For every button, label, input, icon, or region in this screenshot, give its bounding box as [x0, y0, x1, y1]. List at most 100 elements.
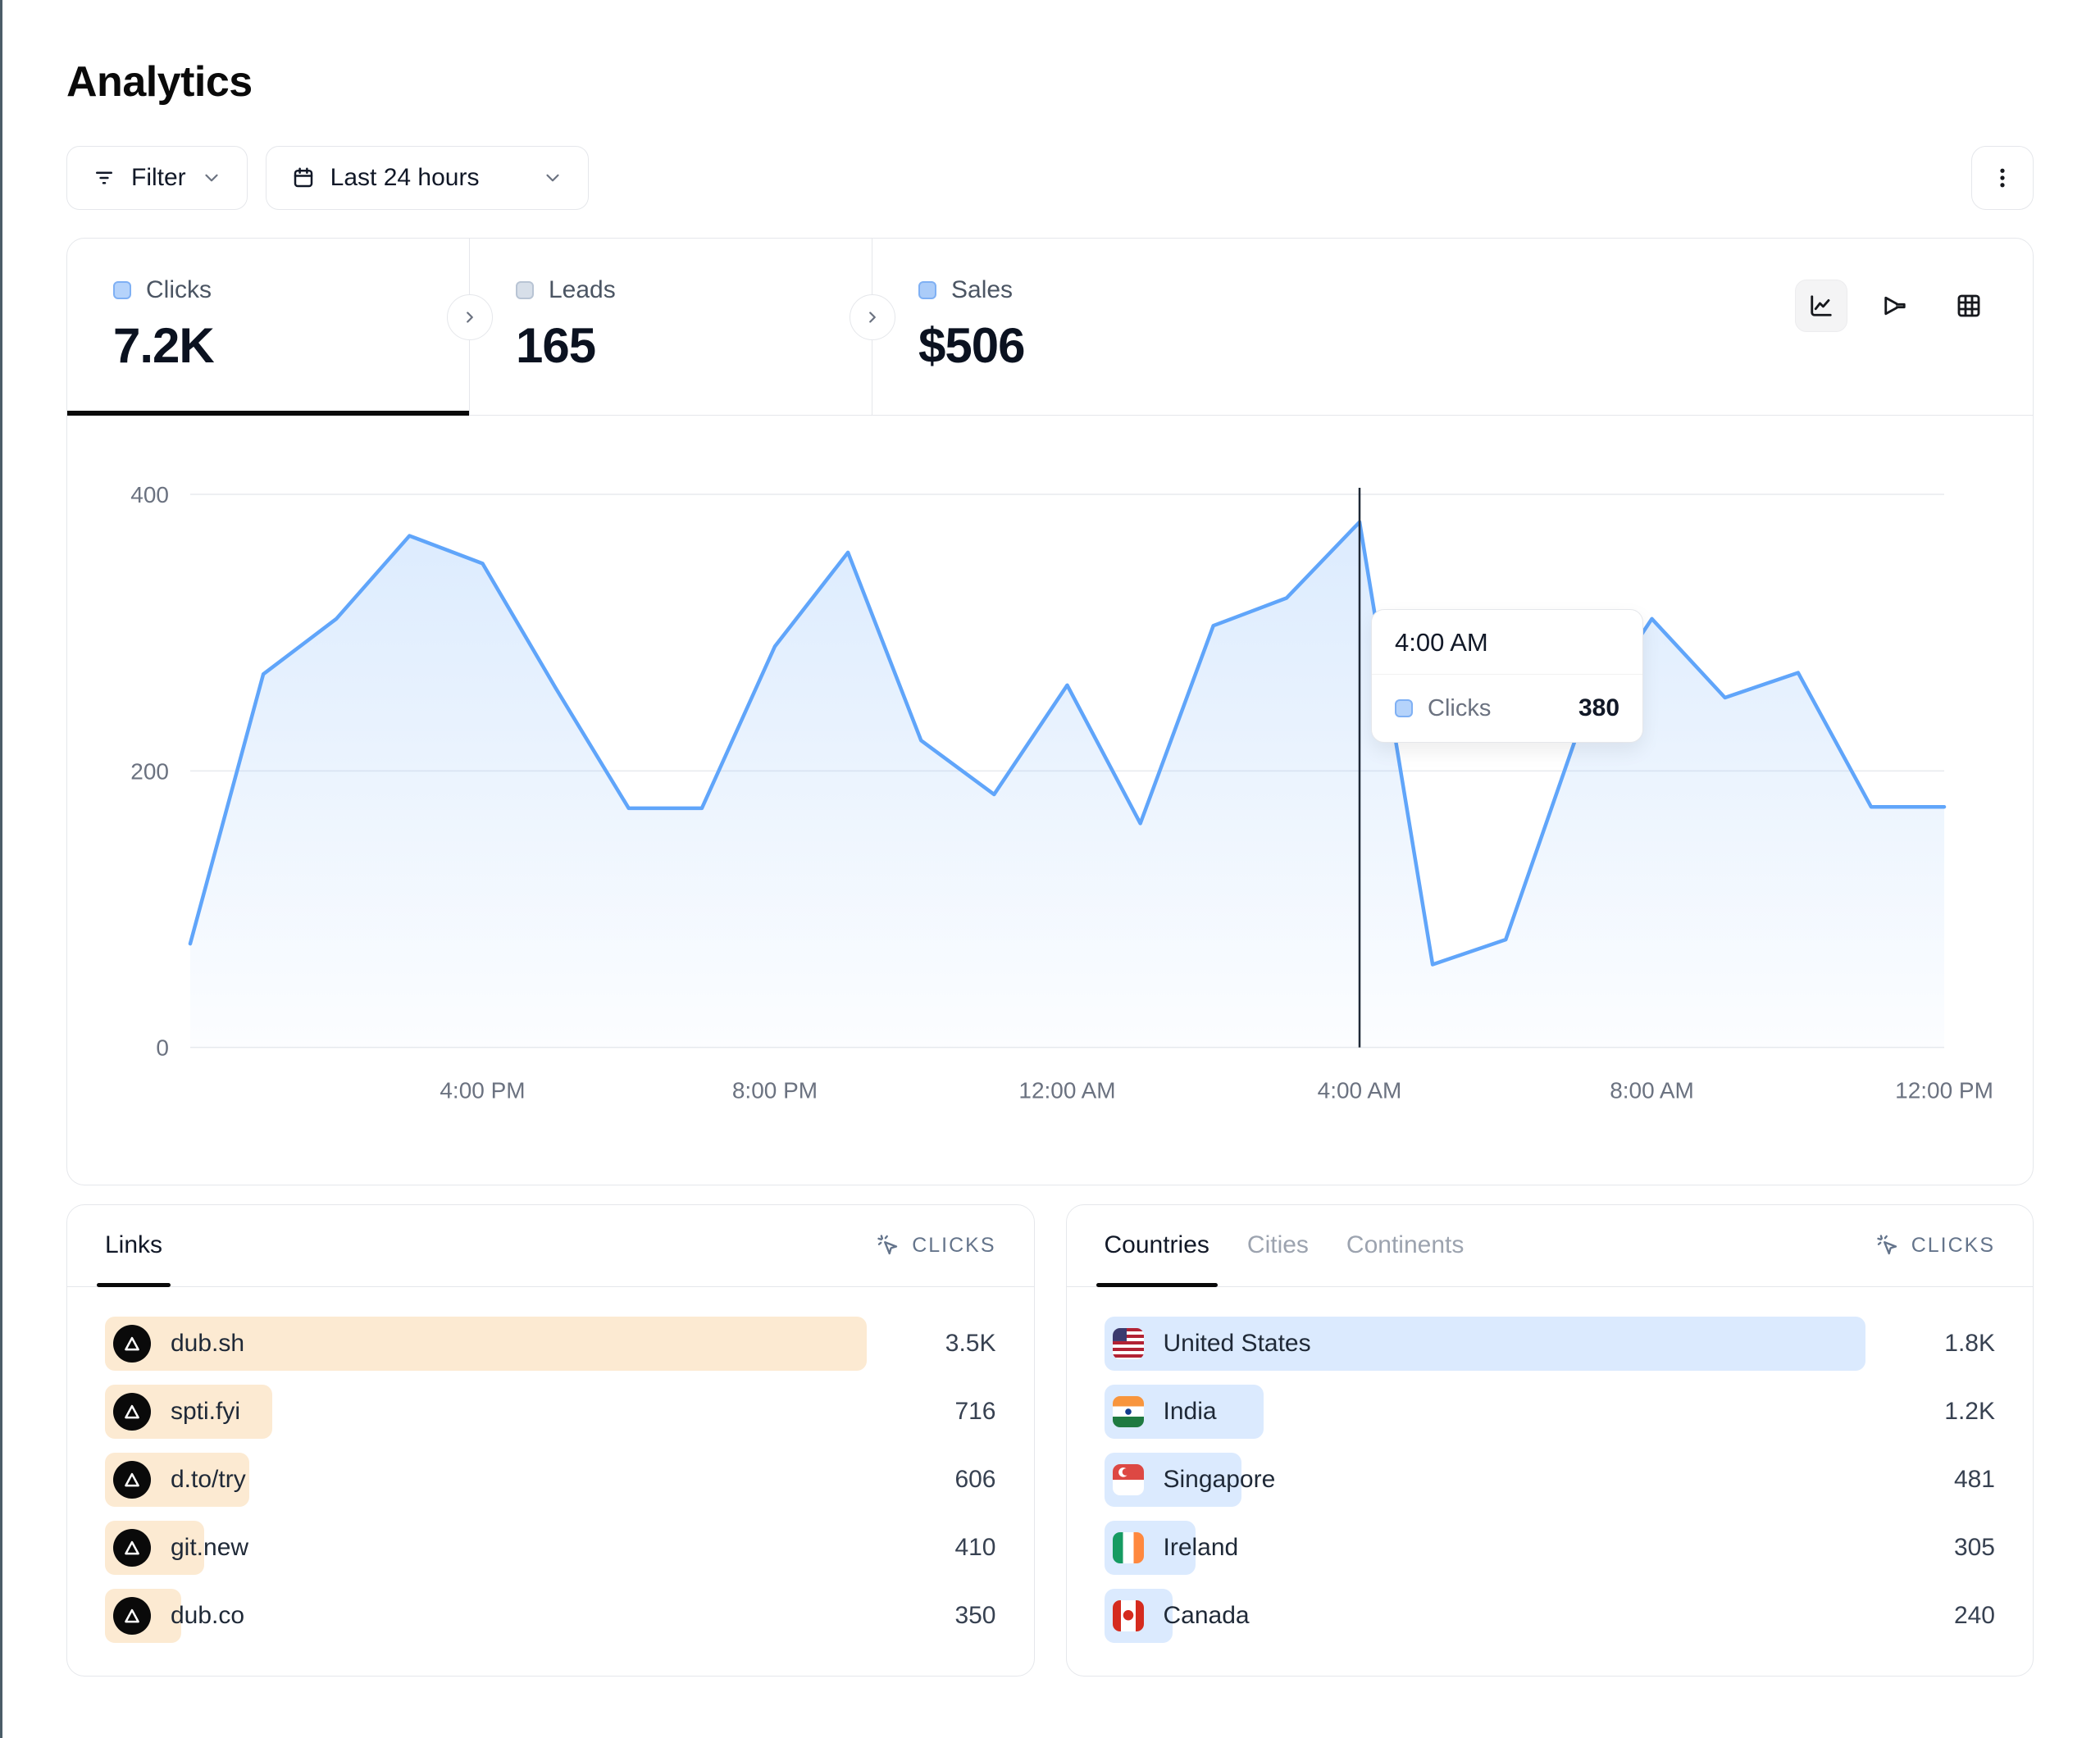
- link-row-value: 410: [891, 1534, 996, 1562]
- leads-tab-value: 165: [516, 317, 872, 374]
- link-row-label: git.new: [171, 1534, 248, 1562]
- tooltip-series-label: Clicks: [1428, 695, 1491, 722]
- x-axis-label: 4:00 PM: [440, 1078, 525, 1103]
- leads-tab-label: Leads: [549, 276, 616, 304]
- tab-sales[interactable]: Sales $506: [872, 239, 1274, 415]
- y-axis-label: 200: [130, 758, 169, 784]
- links-list: dub.sh 3.5K spti.fyi 716 d.to/try: [67, 1287, 1034, 1676]
- tab-countries[interactable]: Countries: [1105, 1205, 1209, 1286]
- country-flag-icon: [1113, 1328, 1144, 1359]
- tooltip-legend-swatch: [1395, 699, 1413, 717]
- x-axis-label: 12:00 PM: [1895, 1078, 1993, 1103]
- country-row[interactable]: United States 1.8K: [1105, 1317, 1996, 1371]
- filter-button-label: Filter: [131, 164, 186, 192]
- country-row[interactable]: Singapore 481: [1105, 1453, 1996, 1507]
- link-row[interactable]: dub.sh 3.5K: [105, 1317, 996, 1371]
- country-row-value: 1.8K: [1890, 1330, 1995, 1358]
- tab-leads[interactable]: Leads 165: [470, 239, 872, 415]
- tooltip-value: 380: [1578, 694, 1619, 722]
- dub-logo-icon: [113, 1393, 151, 1431]
- x-axis-label: 4:00 AM: [1318, 1078, 1402, 1103]
- link-row-value: 606: [891, 1466, 996, 1494]
- link-row-label: d.to/try: [171, 1466, 246, 1494]
- link-row-value: 350: [891, 1602, 996, 1630]
- country-row[interactable]: India 1.2K: [1105, 1385, 1996, 1439]
- page-title: Analytics: [66, 0, 2034, 107]
- cursor-click-icon: [1875, 1233, 1900, 1258]
- clicks-legend-swatch: [113, 281, 131, 299]
- tab-clicks[interactable]: Clicks 7.2K: [67, 239, 469, 415]
- link-row[interactable]: spti.fyi 716: [105, 1385, 996, 1439]
- country-row-label: United States: [1164, 1330, 1311, 1358]
- countries-metric-selector[interactable]: CLICKS: [1875, 1233, 1995, 1258]
- links-metric-label: CLICKS: [912, 1234, 995, 1258]
- analytics-page: { "page": { "title": "Analytics" }, "too…: [0, 0, 2100, 1738]
- link-row-value: 716: [891, 1398, 996, 1426]
- leads-legend-swatch: [516, 281, 534, 299]
- chevron-down-icon: [542, 167, 563, 189]
- y-axis-label: 0: [156, 1035, 169, 1061]
- country-row-label: Singapore: [1164, 1466, 1276, 1494]
- date-range-label: Last 24 hours: [330, 164, 480, 192]
- link-row-label: spti.fyi: [171, 1398, 240, 1426]
- x-axis-label: 12:00 AM: [1018, 1078, 1115, 1103]
- clicks-tab-label: Clicks: [146, 276, 212, 304]
- link-row-value: 3.5K: [891, 1330, 996, 1358]
- dub-logo-icon: [113, 1597, 151, 1635]
- dub-logo-icon: [113, 1461, 151, 1499]
- y-axis-label: 400: [130, 482, 169, 507]
- country-row[interactable]: Ireland 305: [1105, 1521, 1996, 1575]
- more-options-button[interactable]: [1971, 146, 2034, 210]
- link-row[interactable]: d.to/try 606: [105, 1453, 996, 1507]
- dub-logo-icon: [113, 1325, 151, 1363]
- country-flag-icon: [1113, 1396, 1144, 1427]
- clicks-tab-value: 7.2K: [113, 317, 469, 374]
- chart-canvas[interactable]: 0 200 400 4:00 PM 8:00 PM 12:00 AM 4:00 AM 8:00…: [67, 447, 2033, 1185]
- country-row-label: Canada: [1164, 1602, 1250, 1630]
- links-metric-selector[interactable]: CLICKS: [876, 1233, 995, 1258]
- country-flag-icon: [1113, 1464, 1144, 1495]
- country-row-label: Ireland: [1164, 1534, 1239, 1562]
- clicks-area-chart[interactable]: 0 200 400 4:00 PM 8:00 PM 12:00 AM 4:00 AM 8:00…: [67, 447, 2033, 1185]
- kebab-menu-icon: [1990, 166, 2015, 190]
- country-flag-icon: [1113, 1600, 1144, 1631]
- link-row[interactable]: git.new 410: [105, 1521, 996, 1575]
- country-flag-icon: [1113, 1532, 1144, 1563]
- country-row-value: 305: [1890, 1534, 1995, 1562]
- sales-tab-value: $506: [918, 317, 1274, 374]
- x-axis-label: 8:00 AM: [1610, 1078, 1694, 1103]
- tab-continents[interactable]: Continents: [1346, 1205, 1464, 1286]
- link-row-label: dub.sh: [171, 1330, 244, 1358]
- link-row[interactable]: dub.co 350: [105, 1589, 996, 1643]
- countries-list: United States 1.8K India 1.2K Singapore …: [1067, 1287, 2034, 1676]
- country-row-value: 481: [1890, 1466, 1995, 1494]
- link-row-label: dub.co: [171, 1602, 244, 1630]
- country-row[interactable]: Canada 240: [1105, 1589, 1996, 1643]
- tooltip-time: 4:00 AM: [1372, 610, 1642, 675]
- table-view-button[interactable]: [1943, 280, 1995, 332]
- country-row-value: 1.2K: [1890, 1398, 1995, 1426]
- countries-metric-label: CLICKS: [1911, 1234, 1995, 1258]
- calendar-icon: [291, 166, 316, 190]
- toolbar: Filter Last 24 hours: [66, 146, 2034, 210]
- tab-links[interactable]: Links: [105, 1205, 162, 1286]
- countries-panel: Countries Cities Continents CLICKS Unite…: [1066, 1204, 2034, 1677]
- sales-tab-label: Sales: [951, 276, 1013, 304]
- date-range-button[interactable]: Last 24 hours: [266, 146, 589, 210]
- metric-summary-tabs: Clicks 7.2K Leads 165 Sales: [67, 239, 2033, 416]
- filter-icon: [92, 166, 116, 190]
- tab-cities[interactable]: Cities: [1247, 1205, 1309, 1286]
- line-chart-view-button[interactable]: [1795, 280, 1847, 332]
- area-fill: [190, 522, 1944, 1048]
- sales-legend-swatch: [918, 281, 936, 299]
- country-row-label: India: [1164, 1398, 1217, 1426]
- analytics-chart-card: Clicks 7.2K Leads 165 Sales: [66, 238, 2034, 1185]
- x-axis-label: 8:00 PM: [732, 1078, 818, 1103]
- links-panel: Links CLICKS dub.sh 3.5: [66, 1204, 1035, 1677]
- cursor-click-icon: [876, 1233, 900, 1258]
- chevron-down-icon: [201, 167, 222, 189]
- filter-button[interactable]: Filter: [66, 146, 248, 210]
- country-row-value: 240: [1890, 1602, 1995, 1630]
- chart-view-switcher: [1795, 239, 2033, 415]
- funnel-chart-view-button[interactable]: [1869, 280, 1921, 332]
